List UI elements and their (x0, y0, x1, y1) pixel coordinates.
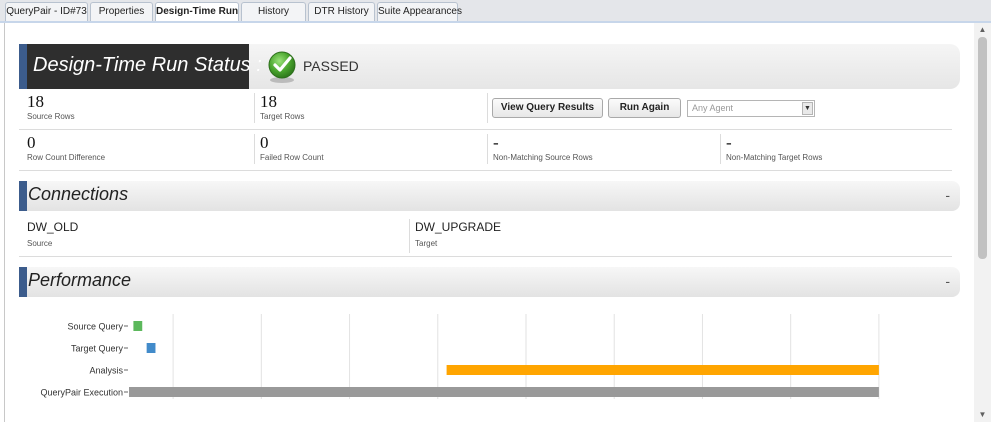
row-count-difference-stat: 0 Row Count Difference (27, 133, 106, 163)
tab-dtr-history[interactable]: DTR History (308, 2, 375, 22)
performance-chart-svg: Source Query Target Query Analysis QueryPai… (40, 314, 880, 399)
connections-collapse-button[interactable]: - (945, 187, 950, 203)
divider (254, 134, 255, 164)
scroll-thumb[interactable] (978, 37, 987, 259)
target-connection: DW_UPGRADE Target (415, 220, 501, 248)
divider (720, 134, 721, 164)
row-divider (19, 129, 952, 130)
status-accent (19, 44, 27, 89)
left-border (4, 23, 5, 422)
target-connection-label: Target (415, 239, 438, 248)
non-matching-target-rows-stat: - Non-Matching Target Rows (726, 133, 823, 163)
chart-category-label: QueryPair Execution (40, 388, 123, 398)
status-bar: Design-Time Run Status : PASSED (19, 44, 960, 89)
chevron-down-icon[interactable]: ▼ (802, 102, 813, 115)
view-query-results-button[interactable]: View Query Results (492, 98, 603, 118)
source-rows-stat: 18 Source Rows (27, 92, 75, 122)
tab-bar: QueryPair - ID#73 Properties Design-Time… (0, 0, 991, 23)
chart-category-label: Analysis (89, 366, 123, 376)
source-connection-value: DW_OLD (27, 220, 79, 234)
chart-category-label: Source Query (67, 322, 123, 332)
source-rows-value: 18 (27, 92, 44, 111)
row-count-difference-label: Row Count Difference (27, 153, 106, 162)
target-rows-stat: 18 Target Rows (260, 92, 305, 122)
source-connection: DW_OLD Source (27, 220, 78, 248)
connections-header[interactable]: Connections - (19, 181, 960, 211)
tab-querypair[interactable]: QueryPair - ID#73 (5, 2, 88, 22)
scroll-down-icon[interactable]: ▼ (974, 408, 991, 422)
chart-bar-source-query[interactable] (133, 321, 143, 331)
section-accent (19, 181, 27, 211)
performance-collapse-button[interactable]: - (945, 273, 950, 289)
failed-row-count-value: 0 (260, 133, 269, 152)
performance-title: Performance (28, 270, 132, 290)
tab-suite-appearances[interactable]: Suite Appearances (377, 2, 462, 22)
non-matching-source-rows-stat: - Non-Matching Source Rows (493, 133, 593, 163)
target-rows-value: 18 (260, 92, 277, 111)
source-connection-label: Source (27, 239, 53, 248)
agent-select-value: Any Agent (692, 103, 734, 113)
target-rows-label: Target Rows (260, 112, 305, 121)
tab-history[interactable]: History (241, 2, 306, 22)
non-matching-target-rows-label: Non-Matching Target Rows (726, 153, 823, 162)
target-connection-value: DW_UPGRADE (415, 220, 502, 234)
run-again-button[interactable]: Run Again (608, 98, 681, 118)
divider (487, 134, 488, 164)
chart-bar-querypair-execution[interactable] (129, 387, 879, 397)
tab-properties[interactable]: Properties (90, 2, 153, 22)
non-matching-source-rows-label: Non-Matching Source Rows (493, 153, 593, 162)
divider (487, 93, 488, 123)
status-title-block: Design-Time Run Status : (19, 44, 262, 89)
vertical-scrollbar[interactable]: ▲ ▼ (974, 23, 991, 422)
row-count-difference-value: 0 (27, 133, 36, 152)
row-divider (19, 170, 952, 171)
row-divider (19, 256, 952, 257)
chart-bar-target-query[interactable] (146, 343, 156, 353)
tab-design-time-run[interactable]: Design-Time Run (155, 2, 239, 23)
non-matching-source-rows-value: - (493, 133, 499, 152)
scroll-up-icon[interactable]: ▲ (974, 23, 991, 37)
connections-title: Connections (28, 184, 129, 204)
agent-select[interactable]: Any Agent ▼ (687, 100, 815, 117)
divider (254, 93, 255, 123)
status-title: Design-Time Run Status : (33, 54, 262, 76)
non-matching-target-rows-value: - (726, 133, 732, 152)
failed-row-count-label: Failed Row Count (260, 153, 324, 162)
chart-bar-analysis[interactable] (446, 365, 879, 375)
status-result: PASSED (303, 58, 359, 74)
divider (409, 219, 410, 253)
failed-row-count-stat: 0 Failed Row Count (260, 133, 324, 163)
chart-category-label: Target Query (71, 344, 124, 354)
source-rows-label: Source Rows (27, 112, 75, 121)
green-check-icon (268, 51, 296, 83)
performance-chart: Source Query Target Query Analysis QueryPai… (20, 290, 960, 399)
